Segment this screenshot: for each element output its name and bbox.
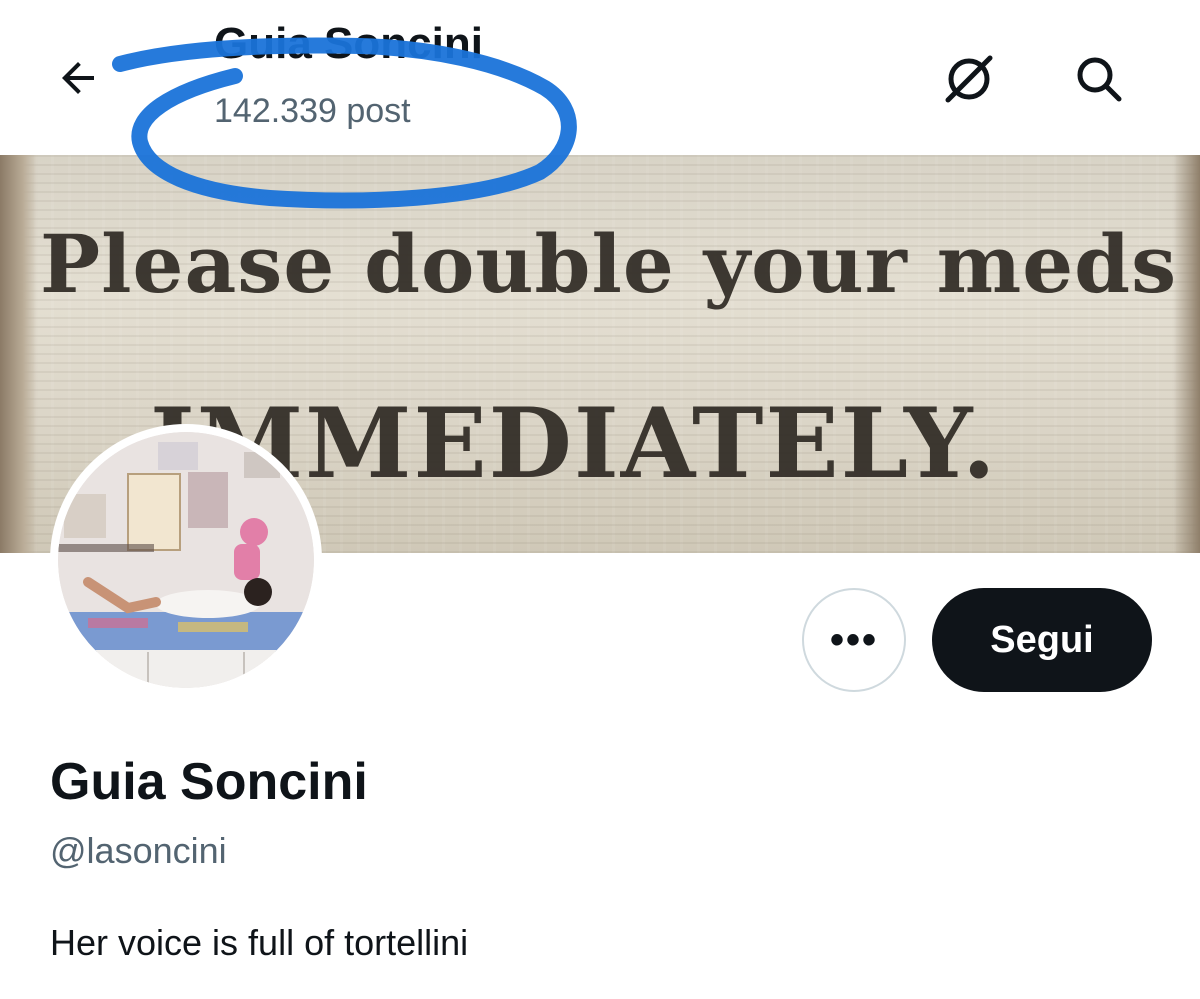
grok-button[interactable] <box>938 48 1000 110</box>
back-button[interactable] <box>50 50 106 106</box>
more-options-button[interactable]: ••• <box>802 588 906 692</box>
post-count: 142.339 post <box>214 92 411 130</box>
avatar-illustration <box>58 432 314 688</box>
profile-display-name: Guia Soncini <box>50 753 368 811</box>
profile-avatar[interactable] <box>50 424 322 696</box>
banner-edge <box>0 155 38 553</box>
banner-text-line1: Please double your meds <box>40 217 1178 311</box>
more-icon: ••• <box>829 618 878 662</box>
avatar-photo <box>58 432 314 688</box>
search-button[interactable] <box>1068 48 1130 110</box>
header-title: Guia Soncini <box>214 19 483 68</box>
profile-bio: Her voice is full of tortellini <box>50 922 469 963</box>
search-icon <box>1077 57 1122 102</box>
follow-button[interactable]: Segui <box>932 588 1152 692</box>
profile-handle: @lasoncini <box>50 830 227 871</box>
grok-icon <box>945 55 993 103</box>
top-bar: Guia Soncini 142.339 post <box>0 0 1200 155</box>
arrow-left-icon <box>62 62 94 94</box>
banner-edge <box>1172 155 1200 553</box>
